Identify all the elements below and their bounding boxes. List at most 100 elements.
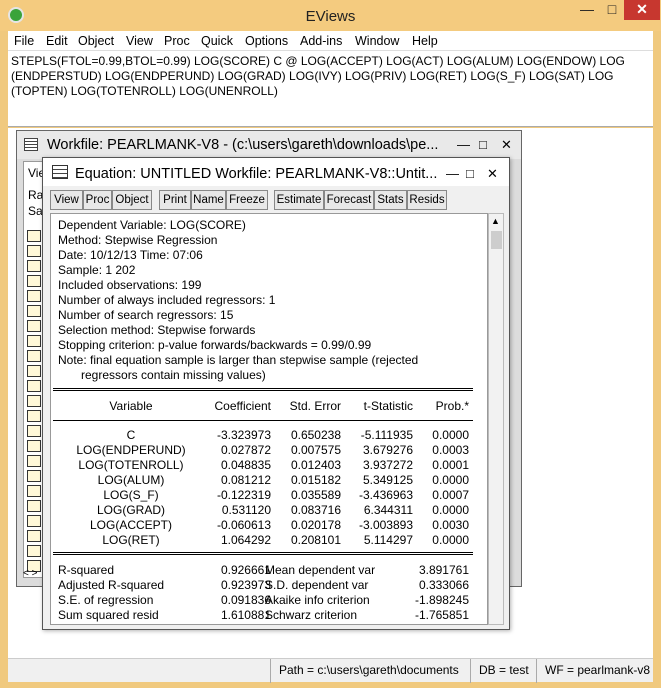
regression-output[interactable]: Dependent Variable: LOG(SCORE) Method: S… [50, 213, 488, 625]
workfile-close-icon[interactable]: ✕ [501, 137, 512, 153]
stat-value: 0.091836 [220, 593, 271, 607]
menu-options[interactable]: Options [245, 34, 288, 48]
workfile-maximize-icon[interactable]: □ [479, 137, 487, 152]
row-coefficient: 0.027872 [220, 443, 271, 457]
header-line: Sample: 1 202 [58, 263, 136, 277]
menu-edit[interactable]: Edit [46, 34, 68, 48]
menu-view[interactable]: View [126, 34, 153, 48]
row-std-error: 0.007575 [290, 443, 341, 457]
workfile-sample-label: Sa [28, 204, 43, 218]
row-t-statistic: 5.114297 [363, 533, 413, 547]
stat-value: 3.891761 [418, 563, 469, 577]
row-t-statistic: 3.937272 [362, 458, 413, 472]
object-button[interactable]: Object [112, 190, 152, 210]
equation-close-icon[interactable]: ✕ [487, 166, 498, 182]
row-std-error: 0.012403 [290, 458, 341, 472]
menu-object[interactable]: Object [78, 34, 114, 48]
scroll-thumb[interactable] [491, 231, 502, 249]
menu-proc[interactable]: Proc [164, 34, 190, 48]
group-icon[interactable] [27, 275, 41, 287]
series-icon[interactable] [27, 350, 41, 362]
stat-value: 0.333066 [418, 578, 469, 592]
row-std-error: 0.015182 [290, 473, 341, 487]
row-t-statistic: -3.003893 [358, 518, 413, 532]
vertical-scrollbar[interactable]: ▲ [488, 213, 504, 625]
print-button[interactable]: Print [159, 190, 191, 210]
stat-value: -1.765851 [414, 608, 469, 622]
freeze-button[interactable]: Freeze [226, 190, 268, 210]
minimize-button[interactable]: — [573, 0, 601, 20]
table-rule [53, 390, 473, 391]
stats-button[interactable]: Stats [374, 190, 407, 210]
app-title: EViews [305, 8, 356, 25]
equation-icon[interactable] [27, 500, 41, 512]
equation-icon[interactable] [27, 545, 41, 557]
maximize-button[interactable]: □ [598, 0, 626, 20]
row-coefficient: -0.122319 [216, 488, 271, 502]
series-icon[interactable] [27, 230, 41, 242]
equation-icon[interactable] [27, 365, 41, 377]
menu-help[interactable]: Help [412, 34, 438, 48]
proc-button[interactable]: Proc [83, 190, 112, 210]
forecast-button[interactable]: Forecast [324, 190, 374, 210]
command-window[interactable]: STEPLS(FTOL=0.99,BTOL=0.99) LOG(SCORE) C… [8, 51, 653, 127]
row-coefficient: 0.531120 [221, 503, 271, 517]
coef-icon[interactable] [27, 305, 41, 317]
header-line: Selection method: Stepwise forwards [58, 323, 256, 337]
stat-label: Adjusted R-squared [58, 578, 165, 592]
close-button[interactable]: ✕ [624, 0, 660, 20]
col-header-t-statistic: t-Statistic [363, 399, 413, 413]
menu-bar: File Edit Object View Proc Quick Options… [8, 31, 653, 51]
row-std-error: 0.035589 [290, 488, 341, 502]
row-coefficient: -3.323973 [216, 428, 271, 442]
series-icon[interactable] [27, 320, 41, 332]
equation-maximize-icon[interactable]: □ [466, 166, 474, 181]
equation-minimize-icon[interactable]: — [446, 166, 459, 181]
estimate-button[interactable]: Estimate [274, 190, 324, 210]
stat-value: 0.923973 [220, 578, 271, 592]
equation-title-bar[interactable]: Equation: UNTITLED Workfile: PEARLMANK-V… [43, 158, 509, 186]
title-bar: EViews — □ ✕ [0, 0, 661, 31]
stat-label: Sum squared resid [58, 608, 159, 622]
header-line: Number of always included regressors: 1 [58, 293, 276, 307]
row-t-statistic: -5.111935 [360, 428, 413, 442]
menu-quick[interactable]: Quick [201, 34, 233, 48]
equation-icon[interactable] [27, 470, 41, 482]
view-button[interactable]: View [50, 190, 83, 210]
equation-window[interactable]: Equation: UNTITLED Workfile: PEARLMANK-V… [42, 157, 510, 630]
row-coefficient: -0.060613 [216, 518, 271, 532]
equation-icon [52, 165, 68, 179]
menu-window[interactable]: Window [355, 34, 399, 48]
equation-icon[interactable] [27, 455, 41, 467]
workfile-title-bar[interactable]: Workfile: PEARLMANK-V8 - (c:\users\garet… [17, 131, 521, 159]
row-prob: 0.0001 [432, 458, 469, 472]
menu-addins[interactable]: Add-ins [300, 34, 342, 48]
scroll-up-icon[interactable]: ▲ [491, 216, 500, 226]
equation-icon[interactable] [27, 425, 41, 437]
table-rule [53, 388, 473, 389]
row-prob: 0.0000 [432, 473, 469, 487]
workfile-minimize-icon[interactable]: — [457, 137, 470, 152]
group-icon[interactable] [27, 245, 41, 257]
stat-label: S.D. dependent var [265, 578, 369, 592]
equation-icon[interactable] [27, 515, 41, 527]
equation-icon[interactable] [27, 530, 41, 542]
equation-icon[interactable] [27, 440, 41, 452]
header-line: Included observations: 199 [58, 278, 202, 292]
equation-icon[interactable] [27, 380, 41, 392]
row-prob: 0.0007 [432, 488, 469, 502]
menu-file[interactable]: File [14, 34, 34, 48]
series-icon[interactable] [27, 290, 41, 302]
header-line: Dependent Variable: LOG(SCORE) [58, 218, 246, 232]
resids-button[interactable]: Resids [407, 190, 447, 210]
equation-icon[interactable] [27, 395, 41, 407]
equation-icon[interactable] [27, 410, 41, 422]
col-header-prob: Prob.* [435, 399, 469, 413]
row-coefficient: 0.048835 [220, 458, 271, 472]
series-icon[interactable] [27, 260, 41, 272]
row-prob: 0.0000 [432, 503, 469, 517]
name-button[interactable]: Name [191, 190, 226, 210]
series-icon[interactable] [27, 335, 41, 347]
row-prob: 0.0030 [432, 518, 469, 532]
equation-icon[interactable] [27, 485, 41, 497]
